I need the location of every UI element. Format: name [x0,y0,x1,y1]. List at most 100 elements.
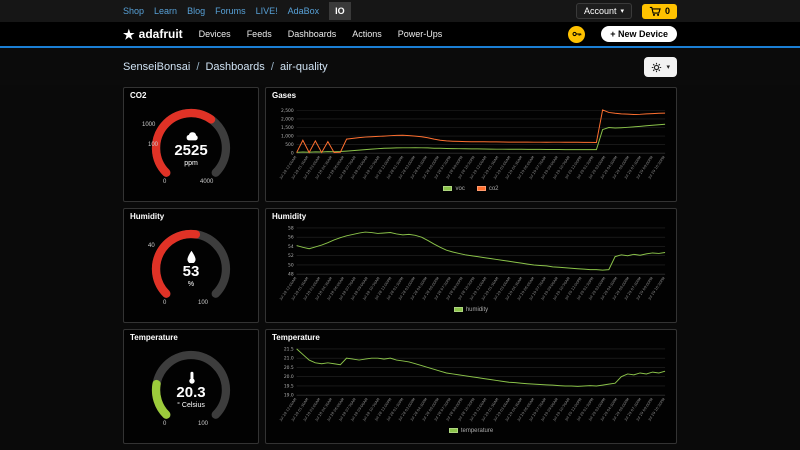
gauge-readout: 20.3 ° Celsius [145,344,237,436]
temperature-line-chart: 19.019.520.020.521.021.5Jul 28 12:00AMJu… [278,346,666,422]
panel-title: Gases [272,91,297,100]
panel-title: CO2 [130,91,147,100]
gauge-scale-label: 100 [198,421,209,427]
gauge-scale-label: 40 [148,243,155,249]
svg-text:2,500: 2,500 [281,108,294,114]
gear-icon [652,62,662,72]
api-key-button[interactable] [568,25,586,43]
nav-item-powerups[interactable]: Power-Ups [398,29,443,39]
caret-down-icon: ▾ [666,63,670,71]
io-tab[interactable]: IO [329,2,351,20]
temperature-chart: 19.0 19.5 20.0 20.5 21.0 21.5 Jul 28 12:00AM Ju… [272,344,670,427]
panel-title: Humidity [130,212,165,221]
humidity-line-chart: 485052545658Jul 28 12:00AMJul 28 01:30AM… [278,225,666,301]
top-utility-bar: Shop Learn Blog Forums LIVE! AdaBox IO A… [0,0,800,22]
svg-text:21.0: 21.0 [284,356,294,362]
svg-text:19.0: 19.0 [284,393,294,399]
main-nav: ★ adafruit Devices Feeds Dashboards Acti… [0,22,800,46]
svg-text:58: 58 [288,225,294,231]
humidity-gauge: 53% 40 0 100 [145,223,237,315]
svg-text:20.0: 20.0 [284,374,294,380]
adafruit-logo[interactable]: ★ adafruit [123,27,183,41]
gauge-readout: 2525 ppm [145,102,237,194]
gauge-unit: % [187,281,195,289]
legend-humidity[interactable]: humidity [453,307,488,313]
adafruit-io-dashboard-page: Shop Learn Blog Forums LIVE! AdaBox IO A… [0,0,800,450]
humidity-chart-panel[interactable]: Humidity 48 50 52 54 56 58 Jul 28 12:00AM Jul 2… [265,208,677,323]
breadcrumb-separator: / [196,61,200,73]
topbar-link-live[interactable]: LIVE! [256,6,278,16]
legend-swatch [448,428,458,434]
breadcrumb-separator: / [270,61,274,73]
gauge-scale-label: 100 [148,142,159,148]
nav-item-actions[interactable]: Actions [352,29,382,39]
topbar-link-shop[interactable]: Shop [123,6,144,16]
legend-co2[interactable]: co2 [476,186,499,192]
gases-chart-panel[interactable]: Gases 0 500 1,000 1,500 2,000 2,500 Jul 28 12:… [265,87,677,202]
gases-chart: 0 500 1,000 1,500 2,000 2,500 Jul 28 12:00AM Ju… [272,102,670,185]
gauge-scale-label: 100 [198,300,209,306]
breadcrumb-dashboards[interactable]: Dashboards [205,61,264,73]
cloud-icon [186,131,198,141]
gases-legend: voc co2 [272,185,670,193]
thermometer-icon [188,371,195,384]
topbar-link-adabox[interactable]: AdaBox [288,6,320,16]
breadcrumb-dashboard-name: air-quality [279,61,328,73]
legend-voc[interactable]: voc [443,186,465,192]
svg-text:19.5: 19.5 [284,383,294,389]
nav-item-dashboards[interactable]: Dashboards [288,29,337,39]
gauge-value: 20.3 [176,383,206,401]
nav-item-devices[interactable]: Devices [199,29,231,39]
breadcrumb: SenseiBonsai / Dashboards / air-quality [123,61,328,73]
brand-name: adafruit [138,27,183,41]
gauge-scale-label: 0 [163,300,167,306]
co2-gauge: 2525 ppm 1000 100 0 4000 [142,102,237,194]
breadcrumb-username[interactable]: SenseiBonsai [123,61,190,73]
svg-text:500: 500 [285,142,294,148]
temperature-legend: temperature [272,427,670,435]
humidity-chart: 48 50 52 54 56 58 Jul 28 12:00AM Jul 28 01:30AM… [272,223,670,306]
gauge-scale-label: 0 [163,421,167,427]
account-button[interactable]: Account ▾ [575,3,632,19]
svg-text:20.5: 20.5 [284,365,294,371]
dashboard-settings-button[interactable]: ▾ [644,57,677,77]
legend-temperature[interactable]: temperature [448,428,493,434]
topbar-link-forums[interactable]: Forums [215,6,246,16]
topbar-link-learn[interactable]: Learn [154,6,177,16]
nav-item-feeds[interactable]: Feeds [247,29,272,39]
svg-text:52: 52 [288,253,294,259]
new-device-button[interactable]: + New Device [601,26,677,42]
caret-down-icon: ▾ [620,7,624,15]
legend-swatch [443,186,453,192]
gauge-readout: 53% [145,223,237,315]
gauge-scale-label: 4000 [200,179,214,185]
star-icon: ★ [123,26,135,42]
svg-text:56: 56 [288,235,294,241]
cart-button[interactable]: 0 [641,3,677,19]
panel-title: Temperature [272,333,320,342]
account-label: Account [583,6,617,16]
gauge-scale-label: 0 [163,179,167,185]
svg-text:1,000: 1,000 [281,134,294,140]
gases-line-chart: 05001,0001,5002,0002,500Jul 28 12:00AMJu… [278,108,666,181]
humidity-gauge-panel[interactable]: Humidity 53% 40 0 100 [123,208,259,323]
gauge-unit: ° Celsius [177,402,205,410]
topbar-link-blog[interactable]: Blog [187,6,205,16]
gauge-value: 53 [182,262,200,280]
humidity-legend: humidity [272,306,670,314]
legend-swatch [453,307,463,313]
gauge-scale-label: 1000 [142,122,156,128]
svg-text:1,500: 1,500 [281,125,294,131]
gauge-unit: ppm [184,160,198,168]
svg-text:50: 50 [288,262,294,268]
temperature-chart-panel[interactable]: Temperature 19.0 19.5 20.0 20.5 21.0 21.5 Jul … [265,329,677,444]
temperature-gauge: 20.3 ° Celsius 0 100 [145,344,237,436]
dashboard-area: CO2 2525 ppm 1000 100 0 4000 Gases 0 500 1,000 1… [0,85,800,450]
co2-gauge-panel[interactable]: CO2 2525 ppm 1000 100 0 4000 [123,87,259,202]
temperature-gauge-panel[interactable]: Temperature 20.3 ° Celsius 0 100 [123,329,259,444]
legend-swatch [476,186,486,192]
svg-text:2,000: 2,000 [281,116,294,122]
key-icon [572,31,581,37]
panel-title: Temperature [130,333,178,342]
cart-icon [649,6,661,16]
